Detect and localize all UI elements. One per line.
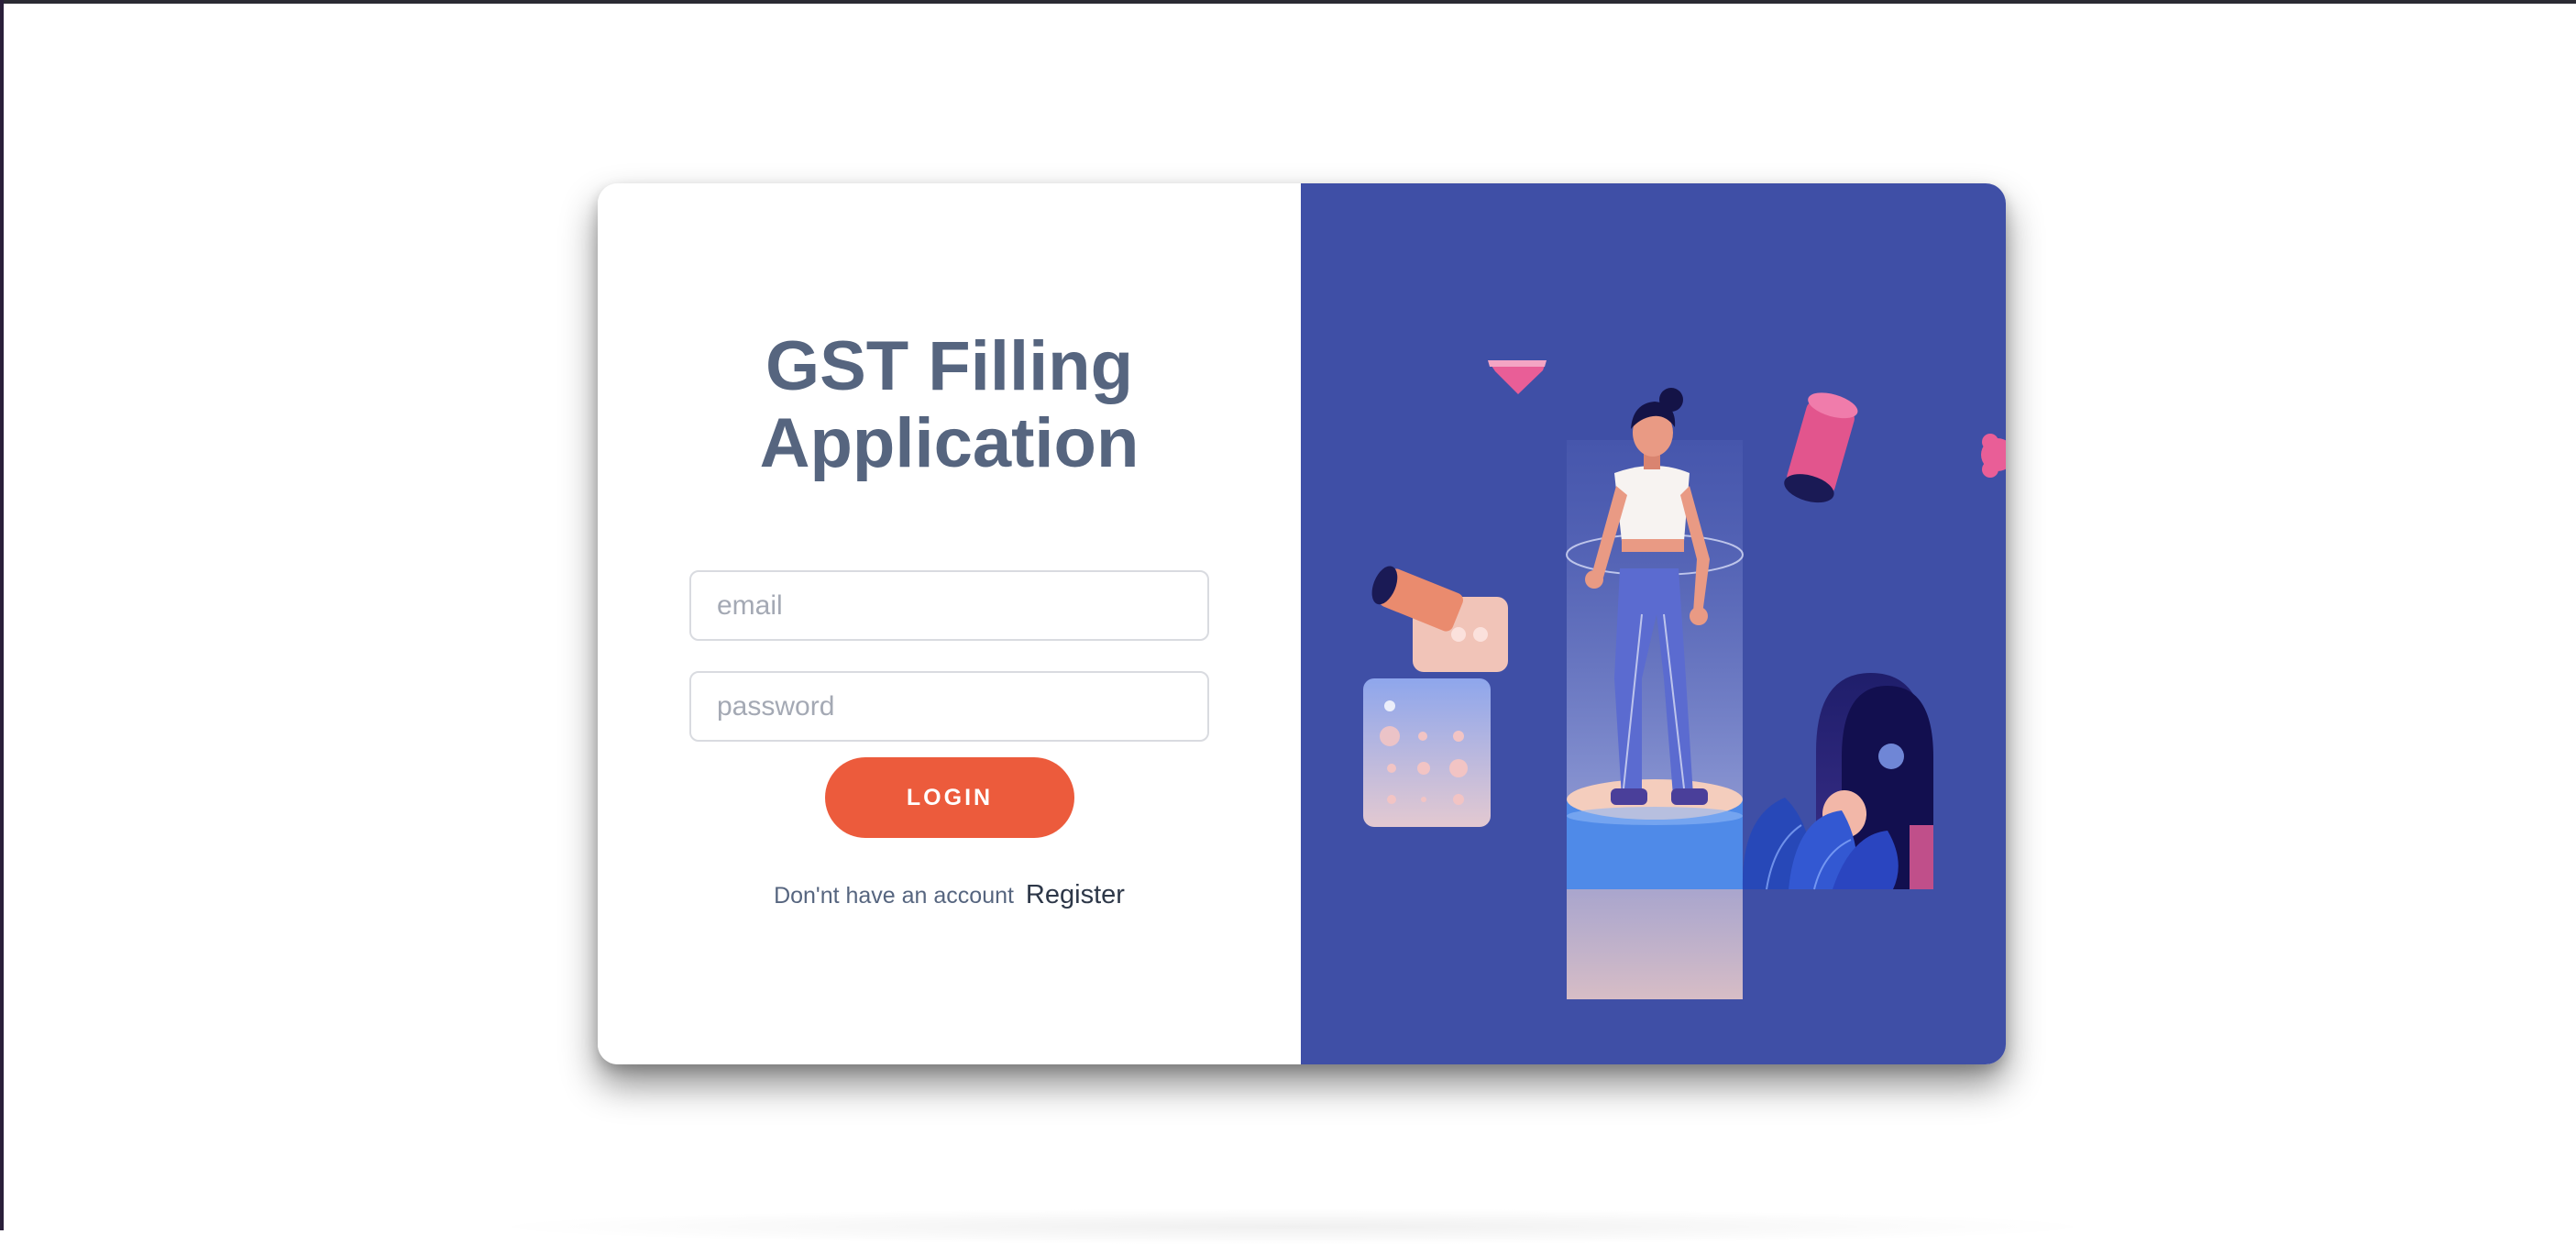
title-line-2: Application xyxy=(759,404,1139,482)
login-card: GST Filling Application LOGIN Don'nt hav… xyxy=(598,183,2006,1064)
floating-blocks-icon xyxy=(1363,566,1508,827)
email-input[interactable] xyxy=(689,570,1209,641)
cylinder-shape-icon xyxy=(1784,392,1858,503)
register-link[interactable]: Register xyxy=(1026,880,1125,909)
arch-plant-icon xyxy=(1742,673,1933,890)
title-line-1: GST Filling xyxy=(765,327,1134,405)
window-left-border xyxy=(0,0,4,1230)
register-row: Don'nt have an account Register xyxy=(598,880,1301,910)
woman-standing-illustration xyxy=(1363,360,2006,999)
bottom-shadow xyxy=(477,1208,2108,1245)
login-button[interactable]: LOGIN xyxy=(825,757,1074,838)
gem-shape-icon xyxy=(1488,360,1547,394)
platform-pedestal xyxy=(1567,779,1743,889)
window-top-border xyxy=(0,0,2576,4)
register-prompt: Don'nt have an account xyxy=(774,883,1014,909)
flower-edge-shape-icon xyxy=(1981,434,2006,478)
login-form-panel: GST Filling Application LOGIN Don'nt hav… xyxy=(598,183,1301,1064)
illustration-panel xyxy=(1301,183,2006,1064)
page-title: GST Filling Application xyxy=(598,328,1301,482)
password-input[interactable] xyxy=(689,671,1209,742)
